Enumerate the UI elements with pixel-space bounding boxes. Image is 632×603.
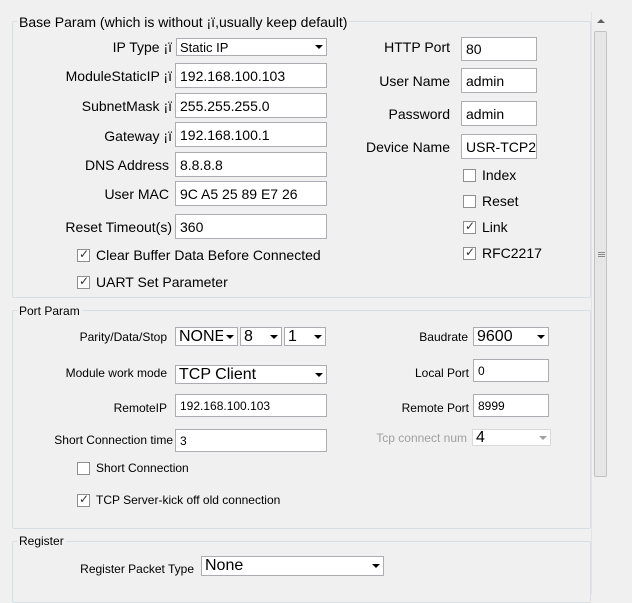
subnet-label: SubnetMask ¡ï <box>81 98 172 114</box>
short-conn-checkbox[interactable] <box>77 462 90 475</box>
kick-off-checkbox[interactable] <box>77 492 90 507</box>
rfc2217-label: RFC2217 <box>482 245 542 261</box>
rfc2217-checkbox[interactable] <box>463 245 476 260</box>
password-label: Password <box>388 106 450 122</box>
username-input[interactable]: admin <box>461 68 537 93</box>
link-checkbox[interactable] <box>463 219 476 234</box>
static-ip-label: ModuleStaticIP ¡ï <box>65 68 172 84</box>
index-label: Index <box>482 167 517 183</box>
tcp-conn-num-value: 4 <box>476 429 485 446</box>
index-checkbox[interactable] <box>463 169 476 182</box>
password-input[interactable]: admin <box>461 101 537 126</box>
scroll-thumb[interactable] <box>594 31 607 477</box>
reset-label: Reset <box>482 193 519 209</box>
uart-set-label: UART Set Parameter <box>96 274 228 290</box>
short-conn-time-label: Short Connection time <box>54 433 173 447</box>
chevron-down-icon <box>372 564 380 568</box>
tcp-conn-num-label: Tcp connect num <box>376 431 467 445</box>
local-port-input[interactable]: 0 <box>473 359 549 382</box>
ip-type-select[interactable]: Static IP <box>176 38 327 56</box>
chevron-down-icon <box>315 45 323 49</box>
tcp-conn-num-select[interactable]: 4 <box>472 429 551 446</box>
dns-input[interactable]: 8.8.8.8 <box>175 152 327 177</box>
parity-value: NONE <box>179 327 223 345</box>
chevron-down-icon <box>315 372 323 377</box>
parity-label: Parity/Data/Stop <box>79 330 167 344</box>
baudrate-label: Baudrate <box>419 330 468 344</box>
ip-type-label: IP Type ¡ï <box>112 39 172 55</box>
data-bits-select[interactable]: 8 <box>240 327 282 346</box>
device-name-input[interactable]: USR-TCP2 <box>461 134 537 159</box>
short-conn-label: Short Connection <box>96 461 189 475</box>
register-legend: Register <box>17 534 66 548</box>
stop-bits-value: 1 <box>288 327 297 345</box>
chevron-up-icon <box>596 18 605 23</box>
username-label: User Name <box>379 73 450 89</box>
port-param-legend: Port Param <box>17 304 82 318</box>
base-param-legend: Base Param (which is without ¡ï,usually … <box>17 14 350 30</box>
remote-port-input[interactable]: 8999 <box>473 394 549 417</box>
remote-port-label: Remote Port <box>401 401 469 415</box>
vertical-scrollbar[interactable] <box>591 12 610 594</box>
ip-type-value: Static IP <box>180 39 229 55</box>
baudrate-value: 9600 <box>477 327 513 345</box>
http-port-input[interactable]: 80 <box>461 37 537 61</box>
packet-type-select[interactable]: None <box>201 556 384 576</box>
grip-line <box>598 252 605 253</box>
subnet-input[interactable]: 255.255.255.0 <box>175 93 327 118</box>
dns-label: DNS Address <box>84 157 169 173</box>
chevron-down-icon <box>314 334 322 339</box>
reset-checkbox[interactable] <box>463 195 476 208</box>
reset-timeout-input[interactable]: 360 <box>175 214 327 239</box>
baudrate-select[interactable]: 9600 <box>473 327 549 346</box>
uart-set-checkbox[interactable] <box>77 274 90 289</box>
chevron-down-icon <box>537 334 545 339</box>
mac-input[interactable]: 9C A5 25 89 E7 26 <box>175 181 327 206</box>
clear-buffer-checkbox[interactable] <box>77 247 90 262</box>
http-port-label: HTTP Port <box>384 39 450 55</box>
device-name-label: Device Name <box>365 139 450 155</box>
grip-line <box>598 256 605 257</box>
work-mode-value: TCP Client <box>179 365 257 383</box>
stop-bits-select[interactable]: 1 <box>284 327 326 346</box>
chevron-down-icon <box>539 435 547 440</box>
clear-buffer-label: Clear Buffer Data Before Connected <box>96 247 321 263</box>
remote-ip-input[interactable]: 192.168.100.103 <box>175 394 327 417</box>
gateway-label: Gateway ¡ï <box>104 128 172 144</box>
mac-label: User MAC <box>104 186 169 202</box>
chevron-down-icon <box>226 334 234 339</box>
remote-ip-label: RemoteIP <box>113 401 167 415</box>
kick-off-label: TCP Server-kick off old connection <box>96 493 281 507</box>
packet-type-value: None <box>205 557 244 574</box>
reset-timeout-label: Reset Timeout(s) <box>65 219 172 235</box>
parity-select[interactable]: NONE <box>175 327 238 346</box>
short-conn-time-input[interactable]: 3 <box>175 429 327 452</box>
scroll-up-button[interactable] <box>592 12 609 29</box>
static-ip-input[interactable]: 192.168.100.103 <box>175 63 327 88</box>
chevron-down-icon <box>270 334 278 339</box>
packet-type-label: Register Packet Type <box>80 562 194 576</box>
link-label: Link <box>482 219 508 235</box>
local-port-label: Local Port <box>414 366 469 380</box>
data-bits-value: 8 <box>244 327 253 345</box>
work-mode-select[interactable]: TCP Client <box>175 365 327 384</box>
work-mode-label: Module work mode <box>65 366 167 380</box>
grip-line <box>598 254 605 255</box>
gateway-input[interactable]: 192.168.100.1 <box>175 122 327 147</box>
